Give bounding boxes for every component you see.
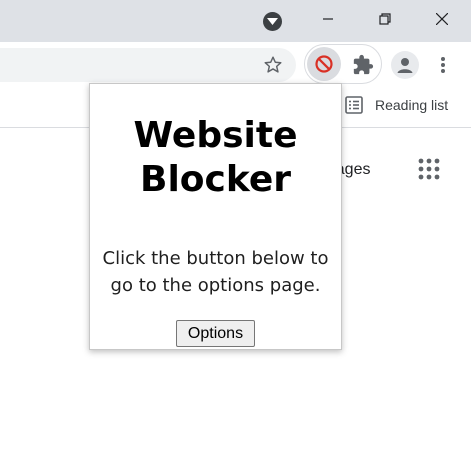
minimize-button[interactable] <box>305 0 351 38</box>
reading-list-label: Reading list <box>375 97 449 113</box>
restore-icon <box>379 13 391 25</box>
bookmark-star-button[interactable] <box>262 54 284 76</box>
apps-grid-icon <box>418 158 440 180</box>
options-button[interactable]: Options <box>176 320 255 347</box>
reading-list-button[interactable]: Reading list <box>345 96 448 114</box>
blocked-icon <box>315 55 333 73</box>
extensions-menu-button[interactable] <box>352 54 374 76</box>
puzzle-icon <box>353 54 374 75</box>
list-icon <box>345 96 363 114</box>
title-bar <box>0 0 471 42</box>
browser-menu-button[interactable] <box>435 54 451 76</box>
extension-popup: Website Blocker Click the button below t… <box>89 83 342 350</box>
website-blocker-extension-button[interactable] <box>307 47 341 81</box>
down-triangle-icon <box>267 18 278 25</box>
address-bar[interactable] <box>0 48 296 82</box>
popup-description: Click the button below to go to the opti… <box>102 248 329 296</box>
close-icon <box>436 13 448 25</box>
close-button[interactable] <box>419 0 465 38</box>
profile-button[interactable] <box>391 51 419 79</box>
popup-title: Website Blocker <box>133 115 298 200</box>
restore-button[interactable] <box>362 0 408 38</box>
google-apps-button[interactable] <box>418 158 440 180</box>
star-icon <box>264 56 282 73</box>
minimize-icon <box>323 18 333 20</box>
tab-search-button[interactable] <box>263 12 282 31</box>
avatar-icon <box>397 58 413 73</box>
kebab-icon <box>441 57 445 73</box>
